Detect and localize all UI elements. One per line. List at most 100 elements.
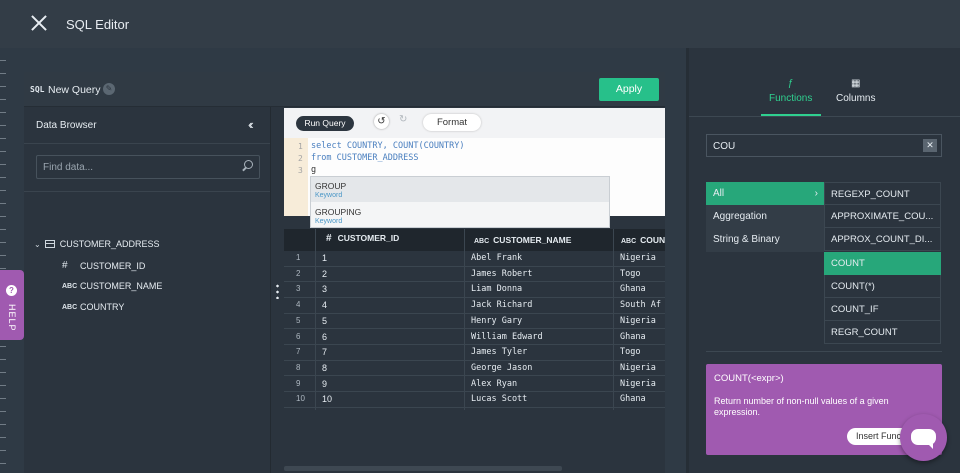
table-cell[interactable]: 2	[322, 269, 327, 279]
table-cell[interactable]: William Edward	[471, 332, 543, 342]
table-row[interactable]: 1 1 Abel Frank Nigeria	[284, 251, 665, 267]
table-cell[interactable]: 8	[322, 363, 327, 373]
autocomplete-kind: Keyword	[315, 218, 343, 225]
row-number: 1	[296, 253, 301, 262]
grid-line	[315, 229, 316, 410]
table-cell[interactable]: 4	[322, 300, 327, 310]
function-item[interactable]: REGR_COUNT	[824, 321, 941, 344]
category-all[interactable]: All ›	[706, 182, 824, 205]
pencil-icon[interactable]: ✎	[103, 83, 115, 95]
tree-column-node[interactable]: ABC CUSTOMER_NAME	[62, 281, 162, 291]
find-data-box	[36, 155, 260, 179]
grid-header: # CUSTOMER_ID ABC CUSTOMER_NAME ABC COUN	[284, 229, 665, 251]
table-cell[interactable]: Togo	[620, 347, 665, 357]
text-type-icon: ABC	[621, 238, 637, 245]
text-type-icon: ABC	[62, 282, 78, 290]
find-data-input[interactable]	[43, 160, 223, 174]
divider	[24, 143, 270, 144]
table-row[interactable]: 9 9 Alex Ryan Nigeria	[284, 377, 665, 393]
function-icon: ƒ	[787, 78, 794, 89]
close-icon[interactable]	[30, 14, 48, 32]
chevron-down-icon[interactable]: ⌄	[34, 240, 41, 249]
number-type-icon: #	[326, 233, 332, 244]
table-cell[interactable]: Nigeria	[620, 316, 665, 326]
column-header[interactable]: ABC COUN	[621, 235, 665, 245]
query-name[interactable]: New Query	[48, 84, 101, 96]
table-row[interactable]: 2 2 James Robert Togo	[284, 267, 665, 283]
horizontal-scrollbar[interactable]	[284, 466, 562, 471]
search-icon[interactable]	[241, 160, 253, 172]
table-cell[interactable]: 9	[322, 379, 327, 389]
help-label: HELP	[7, 304, 17, 332]
autocomplete-item[interactable]: GROUP Keyword	[311, 177, 609, 202]
table-cell[interactable]: Ghana	[620, 284, 665, 294]
table-cell[interactable]: Nigeria	[620, 363, 665, 373]
resize-handle[interactable]	[276, 283, 279, 299]
collapse-left-icon[interactable]: ‹‹	[248, 117, 253, 132]
table-row[interactable]: 3 3 Liam Donna Ghana	[284, 282, 665, 298]
table-cell[interactable]: Nigeria	[620, 253, 665, 263]
run-query-button[interactable]: Run Query	[296, 116, 354, 131]
chevron-right-icon: ›	[814, 188, 818, 199]
format-button[interactable]: Format	[423, 114, 481, 131]
line-gutter	[284, 138, 308, 216]
tree-column-node[interactable]: # CUSTOMER_ID	[62, 260, 145, 271]
tab-functions[interactable]: ƒ Functions	[769, 78, 812, 104]
table-cell[interactable]: Henry Gary	[471, 316, 522, 326]
table-cell[interactable]: Lucas Scott	[471, 394, 527, 404]
table-row[interactable]: 7 7 James Tyler Togo	[284, 345, 665, 361]
divider	[706, 351, 942, 352]
function-item[interactable]: APPROXIMATE_COU...	[824, 205, 941, 228]
editor-toolbar: Run Query ↺ ↻ Format	[284, 108, 665, 138]
autocomplete-item[interactable]: GROUPING Keyword	[311, 203, 609, 228]
table-row[interactable]: 8 8 George Jason Nigeria	[284, 361, 665, 377]
table-cell[interactable]: Alex Ryan	[471, 379, 517, 389]
category-aggregation[interactable]: Aggregation	[706, 205, 824, 228]
close-icon[interactable]: ✕	[923, 139, 937, 152]
category-string-binary[interactable]: String & Binary	[706, 228, 824, 251]
chat-button[interactable]	[900, 414, 947, 461]
function-item[interactable]: REGEXP_COUNT	[824, 182, 941, 205]
function-item-selected[interactable]: COUNT	[824, 252, 941, 275]
table-cell[interactable]: Abel Frank	[471, 253, 522, 263]
table-cell[interactable]: Nigeria	[620, 379, 665, 389]
tab-columns[interactable]: ▦ Columns	[836, 78, 875, 104]
table-cell[interactable]: James Robert	[471, 269, 532, 279]
tree-column-node[interactable]: ABC COUNTRY	[62, 302, 124, 312]
undo-icon[interactable]: ↺	[374, 114, 389, 129]
table-cell[interactable]: James Tyler	[471, 347, 527, 357]
function-search-input[interactable]	[713, 139, 913, 153]
table-cell[interactable]: 5	[322, 316, 327, 326]
redo-icon[interactable]: ↻	[399, 114, 407, 125]
table-cell[interactable]: Jack Richard	[471, 300, 532, 310]
function-item[interactable]: COUNT_IF	[824, 298, 941, 321]
text-type-icon: ABC	[62, 303, 78, 311]
table-cell[interactable]: George Jason	[471, 363, 532, 373]
table-cell[interactable]: Ghana	[620, 394, 665, 404]
tree-column-label: CUSTOMER_NAME	[80, 281, 163, 291]
table-row[interactable]: 4 4 Jack Richard South Af	[284, 298, 665, 314]
text-type-icon: ABC	[474, 238, 490, 245]
function-item[interactable]: APPROX_COUNT_DI...	[824, 228, 941, 251]
table-cell[interactable]: 6	[322, 332, 327, 342]
tree-column-label: COUNTRY	[80, 302, 125, 312]
table-cell[interactable]: Ghana	[620, 332, 665, 342]
table-cell[interactable]: 10	[322, 394, 332, 404]
tree-table-node[interactable]: ⌄ CUSTOMER_ADDRESS	[34, 239, 160, 249]
table-cell[interactable]: Togo	[620, 269, 665, 279]
code-line: from CUSTOMER_ADDRESS	[311, 153, 419, 163]
table-cell[interactable]: Liam Donna	[471, 284, 522, 294]
help-tab[interactable]: ? HELP	[0, 270, 24, 340]
function-item[interactable]: COUNT(*)	[824, 275, 941, 298]
table-row[interactable]: 6 6 William Edward Ghana	[284, 330, 665, 346]
column-header[interactable]: # CUSTOMER_ID	[326, 233, 399, 244]
table-icon	[44, 240, 55, 248]
table-cell[interactable]: 1	[322, 253, 327, 263]
apply-button[interactable]: Apply	[599, 78, 659, 101]
table-cell[interactable]: 7	[322, 347, 327, 357]
table-row[interactable]: 10 10 Lucas Scott Ghana	[284, 392, 665, 408]
column-header[interactable]: ABC CUSTOMER_NAME	[474, 235, 571, 245]
table-cell[interactable]: 3	[322, 284, 327, 294]
table-cell[interactable]: South Af	[620, 300, 665, 310]
table-row[interactable]: 5 5 Henry Gary Nigeria	[284, 314, 665, 330]
